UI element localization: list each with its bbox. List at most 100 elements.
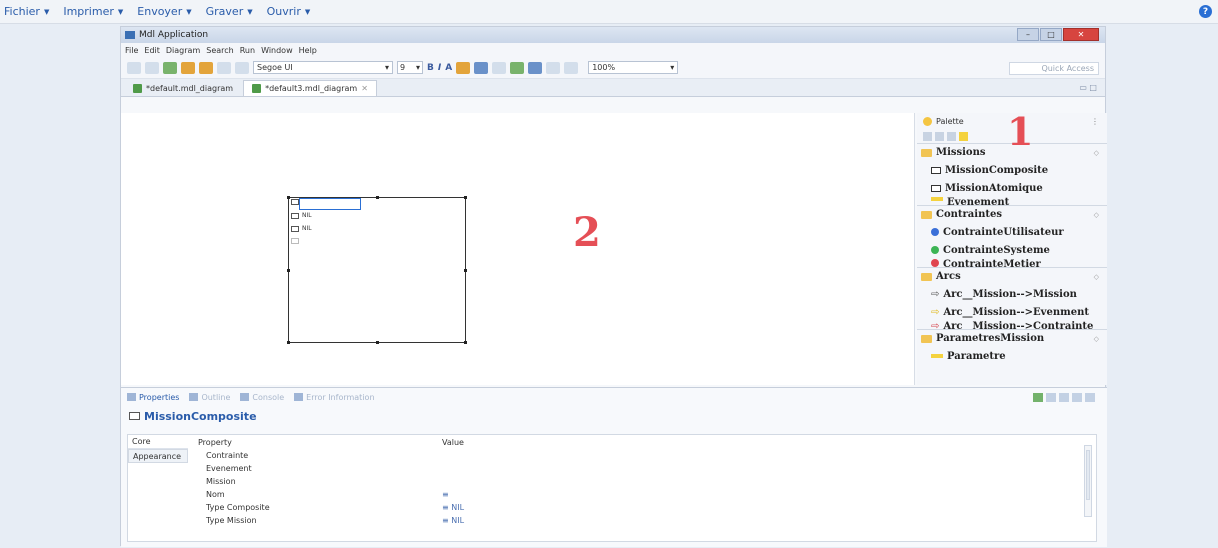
bold-button[interactable]: B [427,63,434,73]
drawer-header[interactable]: Arcs ◇ [917,268,1107,285]
tab-properties[interactable]: Properties [127,393,179,402]
diagram-canvas[interactable]: NIL NIL 2 [121,113,915,385]
palette-entry-contrainte-utilisateur[interactable]: ContrainteUtilisateur [917,223,1107,241]
host-menu-graver[interactable]: Graver ▼ [206,5,253,18]
font-family-select[interactable]: Segoe UI ▾ [253,61,393,74]
table-row[interactable]: Mission [194,475,1084,488]
host-menu-ouvrir[interactable]: Ouvrir ▼ [267,5,311,18]
palette-entry-contrainte-metier[interactable]: ContrainteMetier [917,259,1107,267]
maximize-button[interactable]: □ [1040,28,1062,41]
vertical-scrollbar[interactable] [1084,445,1092,517]
menu-edit[interactable]: Edit [144,46,160,55]
resize-handle[interactable] [287,196,290,199]
maximize-view-icon[interactable] [1085,393,1095,402]
table-row[interactable]: Type Mission ≡ NIL [194,514,1084,527]
tab-default-diagram[interactable]: *default.mdl_diagram [125,80,241,96]
menu-view-icon[interactable] [1059,393,1069,402]
node-name-editor[interactable] [299,198,361,210]
tab-default3-diagram[interactable]: *default3.mdl_diagram ✕ [243,80,377,96]
collapse-icon[interactable]: ◇ [1094,149,1099,157]
palette-entry-mission-atomique[interactable]: MissionAtomique [917,179,1107,197]
table-row[interactable]: Contrainte [194,449,1084,462]
palette-entry-parametre[interactable]: Parametre [917,347,1107,365]
property-value[interactable]: ≡ NIL [442,516,1084,525]
open-folder-icon[interactable] [181,61,195,74]
palette-entry-arc-mission-evenment[interactable]: ⇨ Arc__Mission-->Evenment [917,303,1107,321]
pin-view-icon[interactable] [1033,393,1043,402]
drawer-header[interactable]: Contraintes ◇ [917,206,1107,223]
menu-file[interactable]: File [125,46,138,55]
scrollbar-thumb[interactable] [1086,450,1090,500]
resize-handle[interactable] [464,341,467,344]
font-color-button[interactable]: A [445,63,452,73]
arrange-icon[interactable] [510,61,525,74]
minimize-maximize-icon[interactable]: ▭ □ [1079,83,1097,92]
line-color-icon[interactable] [474,61,489,74]
layout-icon[interactable] [564,61,579,74]
save-all-icon[interactable] [145,61,159,74]
fill-color-icon[interactable] [456,61,471,74]
menu-window[interactable]: Window [261,46,293,55]
close-tab-icon[interactable]: ✕ [361,84,368,93]
font-size-select[interactable]: 9 ▾ [397,61,423,74]
drawer-header[interactable]: Missions ◇ [917,144,1107,161]
run-icon[interactable] [163,61,177,74]
tab-outline[interactable]: Outline [189,393,230,402]
table-row[interactable]: Nom ≡ [194,488,1084,501]
tab-error-information[interactable]: Error Information [294,393,375,402]
layout-view-icon[interactable] [1046,393,1056,402]
host-menu-fichier[interactable]: Fichier ▼ [4,5,49,18]
edit-icon[interactable] [199,61,213,74]
select-tool-icon[interactable] [923,131,932,141]
resize-handle[interactable] [376,341,379,344]
host-menu-imprimer[interactable]: Imprimer ▼ [63,5,123,18]
resize-handle[interactable] [287,341,290,344]
node-name-row[interactable] [291,199,299,205]
minimize-button[interactable]: – [1017,28,1039,41]
menu-run[interactable]: Run [240,46,255,55]
palette-entry-arc-mission-contrainte[interactable]: ⇨ Arc__Mission-->Contrainte [917,321,1107,329]
zoom-in-tool-icon[interactable] [935,131,944,141]
quick-access-input[interactable]: Quick Access [1009,62,1099,75]
side-tab-appearance[interactable]: Appearance [128,449,188,463]
mission-composite-node[interactable]: NIL NIL [287,196,467,344]
host-menu-envoyer[interactable]: Envoyer ▼ [137,5,191,18]
node-attribute-row[interactable] [291,238,299,244]
side-tab-core[interactable]: Core [128,435,188,449]
table-row[interactable]: Type Composite ≡ NIL [194,501,1084,514]
drawer-header[interactable]: ParametresMission ◇ [917,330,1107,347]
node-attribute-row[interactable]: NIL [291,225,312,232]
table-row[interactable]: Evenement [194,462,1084,475]
palette-entry-contrainte-systeme[interactable]: ContrainteSysteme [917,241,1107,259]
zoom-out-tool-icon[interactable] [947,131,956,141]
line-style-icon[interactable] [492,61,507,74]
help-icon[interactable]: ? [1199,5,1212,18]
palette-entry-evenement[interactable]: Evenement [917,197,1107,205]
align-icon[interactable] [528,61,543,74]
forward-icon[interactable] [235,61,249,74]
italic-button[interactable]: I [438,63,441,73]
menu-help[interactable]: Help [299,46,317,55]
close-button[interactable]: ✕ [1063,28,1099,41]
palette-entry-arc-mission-mission[interactable]: ⇨ Arc__Mission-->Mission [917,285,1107,303]
note-tool-icon[interactable] [959,131,968,141]
property-value[interactable]: ≡ [442,490,1084,499]
tab-console[interactable]: Console [240,393,284,402]
save-icon[interactable] [127,61,141,74]
menu-diagram[interactable]: Diagram [166,46,200,55]
back-icon[interactable] [217,61,231,74]
minimize-view-icon[interactable] [1072,393,1082,402]
collapse-icon[interactable]: ◇ [1094,273,1099,281]
pin-icon[interactable]: ⋮ [1091,117,1099,126]
resize-handle[interactable] [464,269,467,272]
resize-handle[interactable] [464,196,467,199]
collapse-icon[interactable]: ◇ [1094,335,1099,343]
size-icon[interactable] [546,61,561,74]
property-value[interactable]: ≡ NIL [442,503,1084,512]
zoom-select[interactable]: 100% ▾ [588,61,679,74]
resize-handle[interactable] [287,269,290,272]
collapse-icon[interactable]: ◇ [1094,211,1099,219]
palette-entry-mission-composite[interactable]: MissionComposite [917,161,1107,179]
node-attribute-row[interactable]: NIL [291,212,312,219]
resize-handle[interactable] [376,196,379,199]
